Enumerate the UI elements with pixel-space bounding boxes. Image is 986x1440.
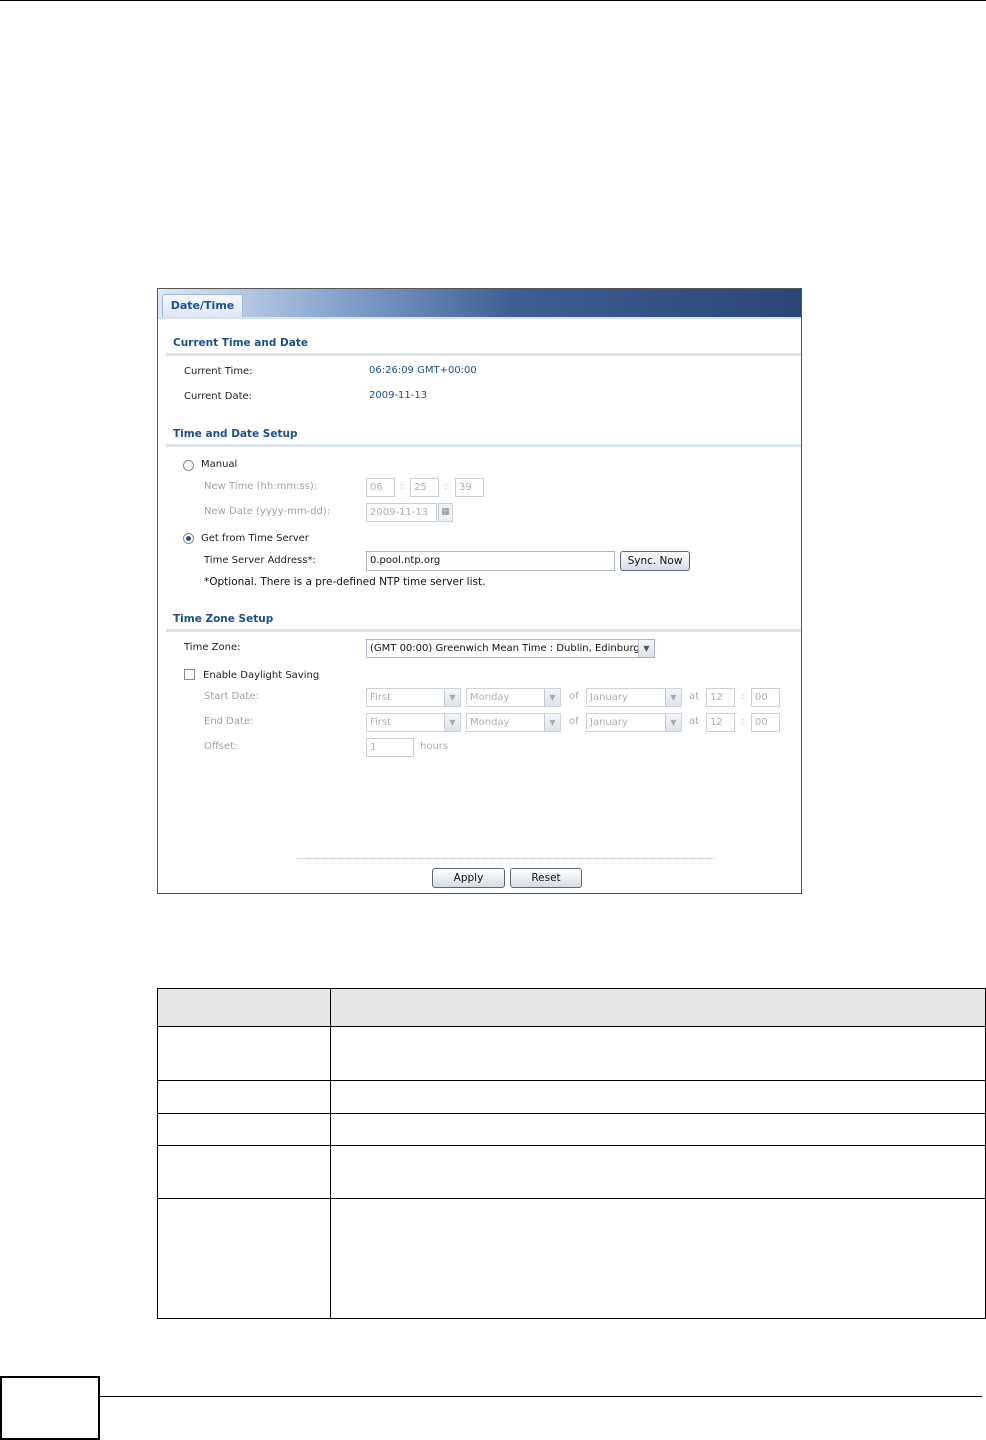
chevron-down-icon[interactable]: ▼ xyxy=(544,714,560,731)
table-row-border xyxy=(157,1113,986,1114)
chevron-down-icon[interactable]: ▼ xyxy=(444,689,460,706)
manual-radio[interactable] xyxy=(183,460,194,471)
start-at-text: at xyxy=(689,691,700,702)
time-server-radio[interactable] xyxy=(183,533,194,544)
apply-button[interactable]: Apply xyxy=(432,868,505,888)
calendar-icon[interactable]: ▦ xyxy=(438,503,453,522)
current-time-label: Current Time: xyxy=(184,366,253,377)
tab-date-time[interactable]: Date/Time xyxy=(162,294,243,318)
start-week-select[interactable]: First ▼ xyxy=(366,688,461,707)
start-minute-input[interactable]: 00 xyxy=(751,688,780,707)
time-server-address-label: Time Server Address*: xyxy=(204,555,316,566)
section-title-setup: Time and Date Setup xyxy=(173,428,298,440)
time-zone-label: Time Zone: xyxy=(184,642,241,653)
end-day-select[interactable]: Monday ▼ xyxy=(466,713,561,732)
start-colon: : xyxy=(741,691,745,702)
end-month-select[interactable]: January ▼ xyxy=(586,713,682,732)
time-server-label: Get from Time Server xyxy=(201,533,309,544)
chevron-down-icon[interactable]: ▼ xyxy=(444,714,460,731)
section-title-timezone: Time Zone Setup xyxy=(173,613,274,625)
time-separator: : xyxy=(400,481,404,492)
table-row-border xyxy=(157,1198,986,1199)
description-table xyxy=(157,988,986,1319)
current-date-value: 2009-11-13 xyxy=(369,390,428,401)
time-server-address-input[interactable]: 0.pool.ntp.org xyxy=(366,551,615,571)
daylight-saving-checkbox[interactable] xyxy=(184,669,195,680)
table-row-border xyxy=(157,1145,986,1146)
end-of-text: of xyxy=(569,716,579,727)
offset-input[interactable]: 1 xyxy=(366,738,414,757)
end-month-value: January xyxy=(590,717,628,728)
time-server-note: *Optional. There is a pre-defined NTP ti… xyxy=(204,576,486,588)
table-column-border xyxy=(157,988,158,1319)
start-date-label: Start Date: xyxy=(204,691,259,702)
start-month-select[interactable]: January ▼ xyxy=(586,688,682,707)
start-day-select[interactable]: Monday ▼ xyxy=(466,688,561,707)
new-time-minute-input[interactable]: 25 xyxy=(410,478,439,497)
start-of-text: of xyxy=(569,691,579,702)
table-row-border xyxy=(157,1026,986,1027)
end-week-select[interactable]: First ▼ xyxy=(366,713,461,732)
table-header-row xyxy=(157,988,986,1026)
tab-bar: Date/Time xyxy=(158,289,801,318)
new-date-label: New Date (yyyy-mm-dd): xyxy=(204,506,331,517)
chevron-down-icon[interactable]: ▼ xyxy=(665,714,681,731)
section-divider xyxy=(166,353,801,356)
chevron-down-icon[interactable]: ▼ xyxy=(638,640,654,657)
section-divider xyxy=(166,629,801,632)
table-column-border xyxy=(330,988,331,1319)
new-time-label: New Time (hh:mm:ss): xyxy=(204,481,318,492)
chevron-down-icon[interactable]: ▼ xyxy=(544,689,560,706)
current-date-label: Current Date: xyxy=(184,391,253,402)
section-title-current: Current Time and Date xyxy=(173,337,308,349)
end-minute-input[interactable]: 00 xyxy=(751,713,780,732)
footer-rule xyxy=(100,1396,982,1397)
end-hour-input[interactable]: 12 xyxy=(706,713,735,732)
time-zone-select[interactable]: (GMT 00:00) Greenwich Mean Time : Dublin… xyxy=(366,639,655,658)
start-day-value: Monday xyxy=(470,692,510,703)
end-date-label: End Date: xyxy=(204,716,254,727)
manual-label: Manual xyxy=(201,459,238,470)
end-week-value: First xyxy=(370,717,392,728)
new-date-input[interactable]: 2009-11-13 xyxy=(366,503,437,522)
end-day-value: Monday xyxy=(470,717,510,728)
button-bar-divider xyxy=(298,858,716,859)
new-time-second-input[interactable]: 39 xyxy=(455,478,484,497)
start-hour-input[interactable]: 12 xyxy=(706,688,735,707)
end-at-text: at xyxy=(689,716,700,727)
chevron-down-icon[interactable]: ▼ xyxy=(665,689,681,706)
daylight-saving-label: Enable Daylight Saving xyxy=(203,670,320,681)
time-zone-value: (GMT 00:00) Greenwich Mean Time : Dublin… xyxy=(370,643,655,654)
time-separator: : xyxy=(444,481,448,492)
table-row-border xyxy=(157,1080,986,1081)
tab-underline xyxy=(158,317,801,319)
reset-button[interactable]: Reset xyxy=(510,868,582,888)
offset-label: Offset: xyxy=(204,741,238,752)
page-top-rule xyxy=(0,0,986,1)
start-month-value: January xyxy=(590,692,628,703)
table-row-border xyxy=(157,1318,986,1319)
section-divider xyxy=(166,444,801,447)
start-week-value: First xyxy=(370,692,392,703)
offset-unit: hours xyxy=(420,741,449,752)
page-number-box xyxy=(0,1376,100,1440)
end-colon: : xyxy=(741,716,745,727)
new-time-hour-input[interactable]: 06 xyxy=(366,478,395,497)
sync-now-button[interactable]: Sync. Now xyxy=(620,551,690,571)
current-time-value: 06:26:09 GMT+00:00 xyxy=(369,365,477,376)
table-row-border xyxy=(157,988,986,989)
date-time-panel: Date/Time Current Time and Date Current … xyxy=(157,288,802,894)
